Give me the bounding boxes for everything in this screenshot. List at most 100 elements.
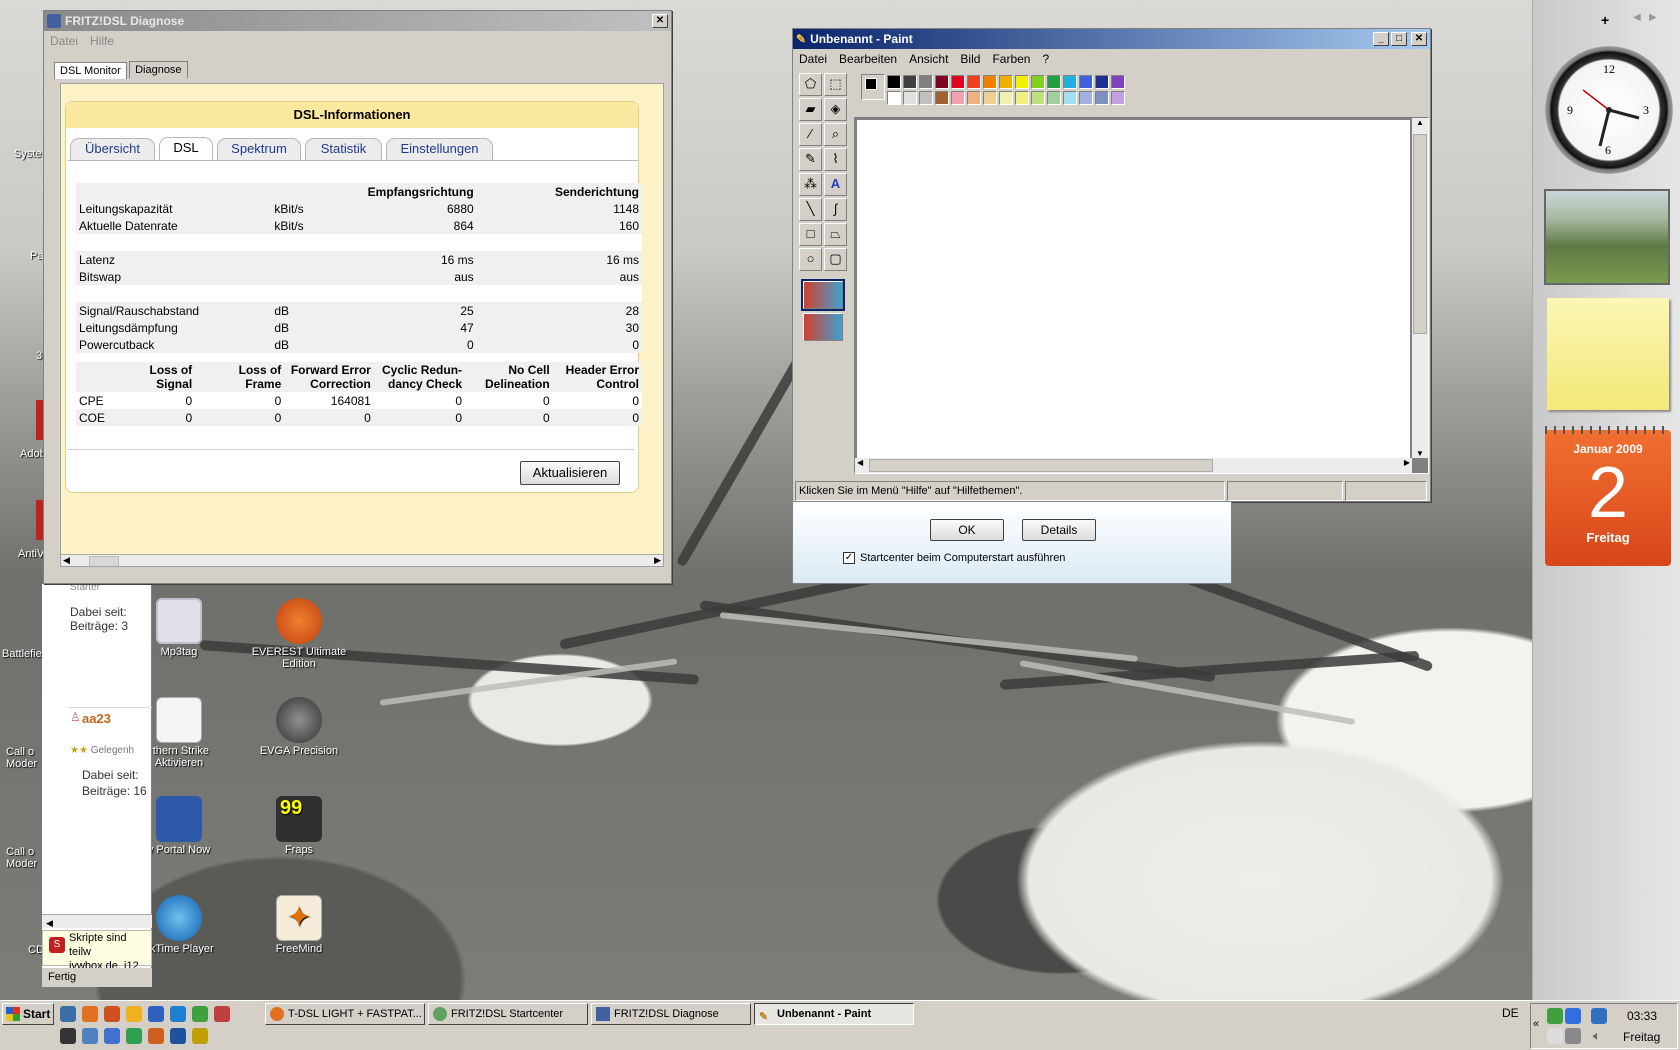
close-button[interactable]: ✕ (1411, 32, 1427, 46)
app-icon[interactable] (170, 1028, 186, 1044)
add-gadget-button[interactable]: + (1601, 12, 1609, 28)
taskbar-item-paint[interactable]: ✎ Unbenannt - Paint (754, 1003, 914, 1025)
menu-bild[interactable]: Bild (954, 52, 986, 66)
palette-color-swatch[interactable] (951, 91, 965, 105)
desktop-icon-everest[interactable]: EVEREST Ultimate Edition (249, 598, 349, 670)
tool-airbrush-icon[interactable]: ⁂ (799, 173, 822, 196)
left-edge-label[interactable]: Call o Moder (6, 846, 44, 870)
menu-help[interactable]: ? (1036, 52, 1055, 66)
refresh-button[interactable]: Aktualisieren (520, 461, 620, 485)
taskbar-item-startcenter[interactable]: FRITZ!DSL Startcenter (428, 1003, 588, 1025)
tool-fill-icon[interactable]: ◈ (824, 98, 847, 121)
start-button[interactable]: Start (2, 1003, 54, 1025)
palette-color-swatch[interactable] (1079, 91, 1093, 105)
checkmark-icon[interactable] (214, 1006, 230, 1022)
info-icon[interactable] (192, 1028, 208, 1044)
clock-day[interactable]: Freitag (1623, 1030, 1660, 1044)
palette-color-swatch[interactable] (919, 75, 933, 89)
palette-color-swatch[interactable] (1111, 91, 1125, 105)
paint-titlebar[interactable]: ✎ Unbenannt - Paint _ □ ✕ (793, 29, 1430, 49)
script-notice-bar[interactable]: S Skripte sind teilw ivwbox.de, i12. (42, 930, 152, 972)
browser-icon[interactable] (170, 1006, 186, 1022)
left-edge-label[interactable]: Call o Moder (6, 746, 44, 770)
fritz-titlebar[interactable]: FRITZ!DSL Diagnose ✕ (44, 11, 671, 31)
tool-picker-icon[interactable]: ⁄ (799, 123, 822, 146)
palette-color-swatch[interactable] (967, 75, 981, 89)
palette-color-swatch[interactable] (903, 91, 917, 105)
menu-hilfe[interactable]: Hilfe (84, 34, 120, 48)
app-icon[interactable] (60, 1028, 76, 1044)
palette-color-swatch[interactable] (887, 91, 901, 105)
scroll-left-icon[interactable]: ◀ (63, 555, 70, 566)
scroll-right-icon[interactable]: ▶ (654, 555, 661, 566)
left-edge-label[interactable]: AntiV (18, 548, 44, 560)
calendar-gadget[interactable]: Januar 2009 2 Freitag (1545, 426, 1671, 566)
desktop-icon-freemind[interactable]: ✦ FreeMind (249, 895, 349, 955)
palette-color-swatch[interactable] (1095, 91, 1109, 105)
notes-gadget[interactable] (1547, 298, 1669, 410)
scroll-thumb[interactable] (869, 459, 1213, 472)
transparent-mode-icon[interactable] (803, 313, 843, 341)
current-colors[interactable] (861, 74, 885, 100)
volume-icon[interactable]: 🔈︎ (1593, 1028, 1601, 1044)
opaque-mode-icon[interactable] (801, 279, 845, 311)
mail-icon[interactable] (148, 1028, 164, 1044)
username-link[interactable]: aa23 (82, 711, 111, 726)
lock-icon[interactable] (148, 1006, 164, 1022)
tool-pencil-icon[interactable]: ✎ (799, 148, 822, 171)
tool-rounded-rect-icon[interactable]: ▢ (824, 248, 847, 271)
startup-checkbox[interactable]: ✓ (843, 552, 855, 564)
app-icon[interactable] (192, 1006, 208, 1022)
slideshow-gadget[interactable] (1544, 189, 1670, 285)
tray-app-icon[interactable] (1547, 1028, 1563, 1044)
tool-curve-icon[interactable]: ∫ (824, 198, 847, 221)
horizontal-scrollbar[interactable]: ◀ ▶ (855, 458, 1412, 473)
details-button[interactable]: Details (1022, 519, 1096, 541)
menu-datei[interactable]: Datei (793, 52, 833, 66)
desktop-icon-evga[interactable]: EVGA Precision (249, 697, 349, 757)
tool-ellipse-icon[interactable]: ○ (799, 248, 822, 271)
palette-color-swatch[interactable] (999, 75, 1013, 89)
left-edge-label[interactable]: Adob (20, 448, 46, 460)
tool-rectangle-icon[interactable]: □ (799, 223, 822, 246)
app-icon[interactable] (82, 1028, 98, 1044)
palette-color-swatch[interactable] (903, 75, 917, 89)
tool-text-icon[interactable]: A (824, 173, 847, 196)
network-icon[interactable] (1547, 1008, 1563, 1024)
scroll-thumb[interactable] (1413, 134, 1427, 334)
palette-color-swatch[interactable] (935, 91, 949, 105)
menu-bearbeiten[interactable]: Bearbeiten (833, 52, 903, 66)
tool-eraser-icon[interactable]: ▰ (799, 98, 822, 121)
close-button[interactable]: ✕ (652, 14, 668, 28)
tab-uebersicht[interactable]: Übersicht (70, 138, 155, 160)
menu-ansicht[interactable]: Ansicht (903, 52, 954, 66)
tab-diagnose[interactable]: Diagnose (129, 61, 188, 78)
minimize-button[interactable]: _ (1373, 32, 1389, 46)
firefox-icon[interactable] (104, 1006, 120, 1022)
palette-color-swatch[interactable] (919, 91, 933, 105)
expand-tray-icon[interactable]: « (1533, 1018, 1539, 1030)
palette-color-swatch[interactable] (951, 75, 965, 89)
left-edge-label[interactable]: Pa (30, 250, 43, 262)
scroll-thumb[interactable] (89, 556, 119, 566)
palette-color-swatch[interactable] (1015, 75, 1029, 89)
palette-color-swatch[interactable] (1015, 91, 1029, 105)
tab-dsl-monitor[interactable]: DSL Monitor (54, 62, 127, 79)
taskbar-item-diagnose[interactable]: FRITZ!DSL Diagnose (591, 1003, 751, 1025)
palette-color-swatch[interactable] (887, 75, 901, 89)
drawing-canvas[interactable] (857, 120, 1410, 458)
menu-datei[interactable]: Datei (44, 34, 84, 48)
tool-free-select-icon[interactable]: ⬠ (799, 73, 822, 96)
tab-dsl[interactable]: DSL (159, 137, 213, 161)
ok-button[interactable]: OK (930, 519, 1004, 541)
palette-color-swatch[interactable] (1063, 91, 1077, 105)
tool-magnifier-icon[interactable]: ⌕ (824, 123, 847, 146)
tray-app-icon[interactable] (1565, 1008, 1581, 1024)
palette-color-swatch[interactable] (1047, 91, 1061, 105)
palette-color-swatch[interactable] (1047, 75, 1061, 89)
tool-brush-icon[interactable]: ⌇ (824, 148, 847, 171)
tool-rect-select-icon[interactable]: ⬚ (824, 73, 847, 96)
tab-einstellungen[interactable]: Einstellungen (386, 138, 493, 160)
app-icon[interactable] (126, 1028, 142, 1044)
palette-color-swatch[interactable] (1063, 75, 1077, 89)
